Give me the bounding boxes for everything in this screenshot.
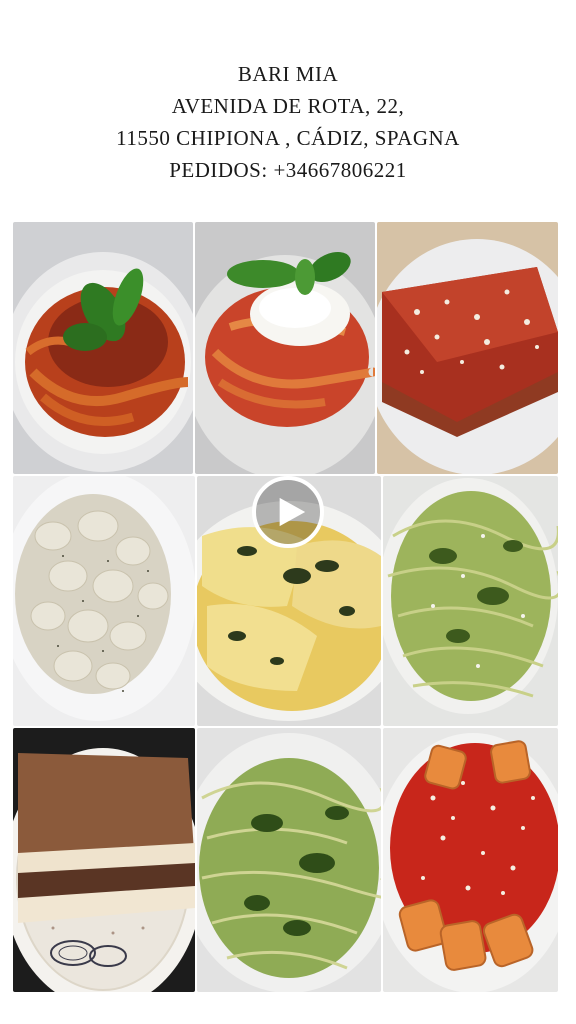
- dish-photo-grid: [13, 222, 558, 992]
- address-city: 11550 CHIPIONA , CÁDIZ, SPAGNA: [116, 126, 460, 150]
- play-video-button[interactable]: [252, 476, 324, 548]
- photo-tiramisu: [13, 728, 195, 992]
- restaurant-info: BARI MIA AVENIDA DE ROTA, 22, 11550 CHIP…: [0, 58, 576, 186]
- play-icon: [279, 497, 306, 527]
- photo-rigatoni-tomato: [383, 728, 558, 992]
- restaurant-name: BARI MIA: [237, 62, 339, 86]
- photo-tagliatelle-burrata: [195, 222, 375, 474]
- photo-tagliatelle-ragu: [13, 222, 193, 474]
- phone-orders: PEDIDOS: +34667806221: [169, 158, 407, 182]
- photo-spaghetti-pesto-1: [383, 476, 558, 726]
- photo-gnocchi-cream: [13, 476, 195, 726]
- photo-lasagna: [377, 222, 558, 474]
- photo-spaghetti-pesto-2: [197, 728, 381, 992]
- address-street: AVENIDA DE ROTA, 22,: [171, 94, 405, 118]
